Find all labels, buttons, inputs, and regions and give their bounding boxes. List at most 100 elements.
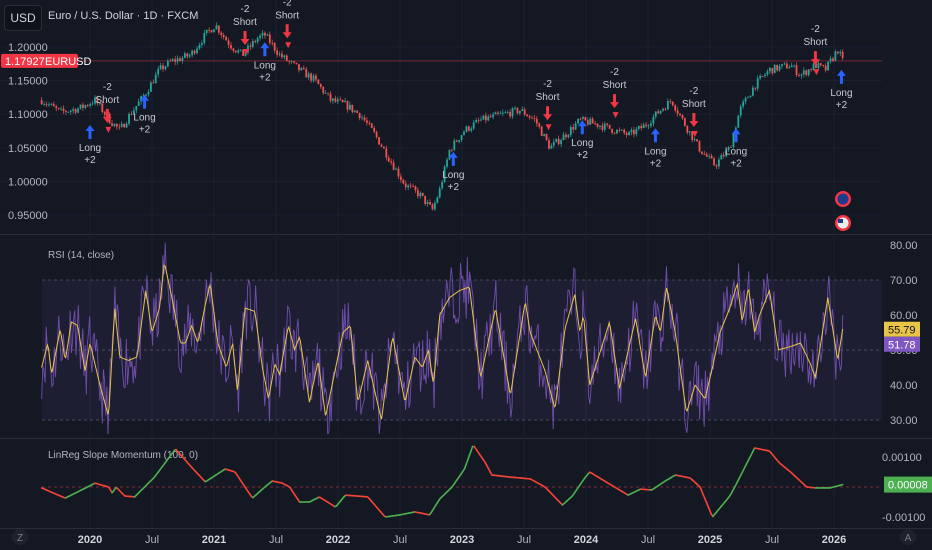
candle — [137, 101, 140, 106]
candle — [647, 125, 650, 127]
price-axis-label: 1.10000 — [8, 109, 48, 121]
candle — [484, 115, 487, 121]
candle — [293, 61, 295, 63]
candle — [671, 101, 674, 106]
candle — [407, 185, 410, 188]
candle — [113, 123, 116, 126]
candle — [688, 131, 691, 133]
time-axis-label: 2020 — [78, 534, 102, 546]
candle — [232, 48, 235, 51]
candle — [674, 105, 677, 111]
eu-event-icon[interactable] — [835, 191, 851, 207]
short-signal-label: Short — [682, 99, 706, 110]
long-signal-qty: +2 — [730, 158, 742, 169]
rsi-axis-label: 70.00 — [890, 275, 918, 287]
candle — [659, 110, 662, 114]
candle — [737, 115, 740, 128]
candle — [283, 55, 286, 58]
candle — [271, 42, 274, 44]
long-signal-label: Long — [571, 138, 593, 149]
price-axis-label: 1.20000 — [8, 42, 48, 54]
candle — [739, 106, 742, 116]
candle — [60, 108, 62, 110]
candle — [213, 29, 215, 33]
candle — [215, 25, 218, 30]
candle — [810, 69, 813, 71]
candle — [375, 131, 378, 138]
candle — [567, 134, 570, 138]
candle — [482, 115, 485, 120]
candle — [302, 67, 305, 70]
candle — [768, 67, 771, 72]
candle — [569, 126, 572, 135]
candle — [516, 107, 519, 114]
candle — [611, 128, 613, 133]
candle — [446, 159, 448, 167]
candle — [79, 104, 82, 109]
candle — [579, 118, 582, 120]
long-signal-qty: +2 — [448, 182, 460, 193]
candle — [715, 165, 718, 167]
candle — [329, 93, 332, 101]
candle — [531, 117, 533, 119]
candle — [349, 104, 351, 110]
candle — [222, 35, 225, 37]
candle — [363, 117, 366, 121]
candle — [383, 146, 385, 149]
candle — [480, 119, 482, 121]
candle — [717, 159, 720, 167]
candle — [613, 132, 616, 134]
candle — [438, 188, 441, 198]
candle — [281, 53, 283, 58]
candle — [676, 110, 679, 114]
long-signal-qty: +2 — [84, 155, 96, 166]
candle — [572, 126, 575, 130]
short-signal-qty: -2 — [103, 82, 112, 93]
candle — [800, 74, 803, 76]
candle — [793, 65, 796, 67]
candle — [414, 186, 417, 191]
candle — [249, 45, 252, 47]
candle — [528, 116, 531, 118]
currency-button[interactable]: USD — [4, 5, 42, 31]
short-signal-qty: -2 — [543, 79, 552, 90]
candle — [499, 113, 502, 115]
candle — [509, 112, 512, 117]
candle — [766, 71, 769, 75]
candle — [618, 129, 621, 131]
candle — [67, 111, 70, 113]
candle — [220, 32, 223, 36]
candle — [186, 53, 189, 57]
candle — [390, 161, 393, 163]
candle — [829, 58, 832, 62]
candle — [169, 60, 172, 62]
short-signal-label: Short — [233, 17, 257, 28]
candle — [344, 101, 346, 103]
candle — [686, 125, 689, 133]
time-axis-label: 2024 — [574, 534, 599, 546]
candle — [550, 145, 553, 149]
chart-canvas[interactable]: 1.20000 1.15000 1.10000 1.05000 1.00000 0.950… — [0, 0, 932, 550]
candle — [521, 109, 524, 111]
us-event-icon[interactable] — [835, 215, 851, 231]
candle — [356, 110, 359, 113]
candle — [55, 106, 58, 109]
candle — [395, 168, 397, 170]
candle — [565, 134, 567, 138]
candle — [145, 94, 147, 96]
candle — [637, 125, 640, 129]
candle — [429, 201, 431, 205]
candle — [361, 117, 363, 119]
candle — [387, 157, 390, 162]
candle — [154, 74, 157, 84]
candle — [470, 128, 473, 131]
candle — [623, 129, 626, 134]
candle — [268, 34, 271, 43]
long-signal-qty: +2 — [139, 125, 151, 136]
candle — [802, 70, 805, 75]
eu-flag-icon — [837, 193, 849, 205]
candle — [441, 182, 444, 189]
candle — [295, 62, 298, 65]
candle — [198, 45, 201, 49]
short-signal-label: Short — [603, 80, 627, 91]
